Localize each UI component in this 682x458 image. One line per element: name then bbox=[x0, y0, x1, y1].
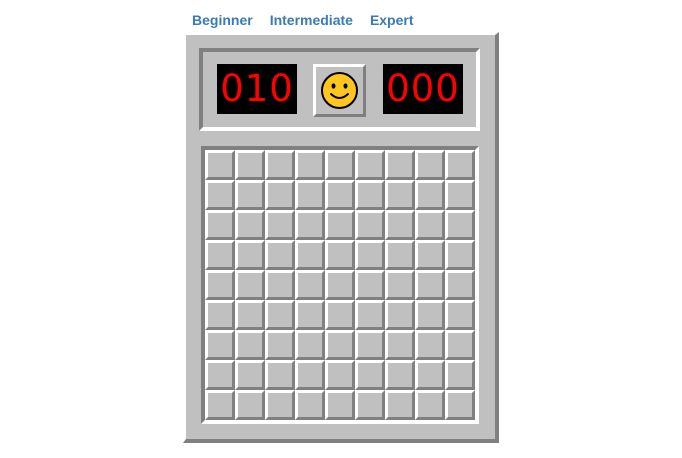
mine-cell[interactable] bbox=[235, 150, 265, 180]
mine-cell[interactable] bbox=[265, 330, 295, 360]
mine-cell[interactable] bbox=[355, 240, 385, 270]
reset-face-button[interactable] bbox=[313, 64, 366, 117]
mine-cell[interactable] bbox=[355, 390, 385, 420]
mine-cell[interactable] bbox=[385, 360, 415, 390]
mine-cell[interactable] bbox=[205, 300, 235, 330]
mine-cell[interactable] bbox=[265, 390, 295, 420]
mine-cell[interactable] bbox=[385, 300, 415, 330]
mine-cell[interactable] bbox=[385, 180, 415, 210]
mine-cell[interactable] bbox=[415, 240, 445, 270]
mine-counter: 010 bbox=[217, 64, 297, 114]
mine-cell[interactable] bbox=[325, 330, 355, 360]
mine-cell[interactable] bbox=[235, 390, 265, 420]
mine-cell[interactable] bbox=[295, 180, 325, 210]
mine-cell[interactable] bbox=[445, 330, 475, 360]
mine-cell[interactable] bbox=[385, 390, 415, 420]
mine-cell[interactable] bbox=[445, 270, 475, 300]
mine-cell[interactable] bbox=[445, 360, 475, 390]
mine-cell[interactable] bbox=[385, 210, 415, 240]
mine-cell[interactable] bbox=[205, 150, 235, 180]
mine-cell[interactable] bbox=[325, 210, 355, 240]
mine-cell[interactable] bbox=[355, 180, 385, 210]
mine-cell[interactable] bbox=[205, 360, 235, 390]
mine-cell[interactable] bbox=[385, 150, 415, 180]
difficulty-menu: Beginner Intermediate Expert bbox=[192, 12, 414, 28]
mine-cell[interactable] bbox=[415, 210, 445, 240]
expert-link[interactable]: Expert bbox=[370, 12, 414, 28]
mine-cell[interactable] bbox=[325, 270, 355, 300]
mine-cell[interactable] bbox=[235, 300, 265, 330]
mine-cell[interactable] bbox=[205, 240, 235, 270]
mine-cell[interactable] bbox=[295, 270, 325, 300]
mine-cell[interactable] bbox=[265, 240, 295, 270]
mine-cell[interactable] bbox=[385, 330, 415, 360]
mine-cell[interactable] bbox=[415, 330, 445, 360]
mine-cell[interactable] bbox=[385, 240, 415, 270]
mine-cell[interactable] bbox=[295, 360, 325, 390]
mine-cell[interactable] bbox=[265, 360, 295, 390]
mine-field bbox=[201, 146, 479, 424]
mine-cell[interactable] bbox=[445, 150, 475, 180]
mine-cell[interactable] bbox=[385, 270, 415, 300]
mine-cell[interactable] bbox=[295, 210, 325, 240]
mine-cell[interactable] bbox=[295, 390, 325, 420]
mine-cell[interactable] bbox=[295, 330, 325, 360]
mine-cell[interactable] bbox=[295, 300, 325, 330]
mine-cell[interactable] bbox=[265, 270, 295, 300]
mine-cell[interactable] bbox=[355, 210, 385, 240]
mine-cell[interactable] bbox=[355, 270, 385, 300]
mine-cell[interactable] bbox=[265, 150, 295, 180]
mine-cell[interactable] bbox=[265, 210, 295, 240]
mine-cell[interactable] bbox=[445, 240, 475, 270]
mine-cell[interactable] bbox=[325, 390, 355, 420]
mine-cell[interactable] bbox=[235, 330, 265, 360]
mine-cell[interactable] bbox=[415, 390, 445, 420]
mine-cell[interactable] bbox=[415, 270, 445, 300]
mine-cell[interactable] bbox=[325, 300, 355, 330]
mine-cell[interactable] bbox=[205, 210, 235, 240]
mine-cell[interactable] bbox=[265, 300, 295, 330]
mine-cell[interactable] bbox=[235, 210, 265, 240]
mine-cell[interactable] bbox=[325, 180, 355, 210]
mine-cell[interactable] bbox=[295, 150, 325, 180]
mine-cell[interactable] bbox=[325, 240, 355, 270]
mine-cell[interactable] bbox=[415, 360, 445, 390]
mine-cell[interactable] bbox=[235, 240, 265, 270]
mine-cell[interactable] bbox=[205, 270, 235, 300]
mine-cell[interactable] bbox=[445, 300, 475, 330]
mine-cell[interactable] bbox=[445, 180, 475, 210]
mine-cell[interactable] bbox=[355, 330, 385, 360]
intermediate-link[interactable]: Intermediate bbox=[270, 12, 353, 28]
mine-cell[interactable] bbox=[415, 180, 445, 210]
mine-cell[interactable] bbox=[415, 300, 445, 330]
mine-cell[interactable] bbox=[235, 180, 265, 210]
timer-counter: 000 bbox=[383, 64, 463, 114]
mine-cell[interactable] bbox=[205, 330, 235, 360]
beginner-link[interactable]: Beginner bbox=[192, 12, 253, 28]
mine-cell[interactable] bbox=[355, 360, 385, 390]
smiley-face-icon bbox=[321, 72, 358, 109]
mine-cell[interactable] bbox=[355, 150, 385, 180]
mine-cell[interactable] bbox=[205, 180, 235, 210]
mine-cell[interactable] bbox=[325, 150, 355, 180]
mine-cell[interactable] bbox=[445, 210, 475, 240]
mine-cell[interactable] bbox=[265, 180, 295, 210]
mine-cell[interactable] bbox=[295, 240, 325, 270]
mine-cell[interactable] bbox=[235, 360, 265, 390]
mine-cell[interactable] bbox=[445, 390, 475, 420]
mine-cell[interactable] bbox=[205, 390, 235, 420]
mine-cell[interactable] bbox=[325, 360, 355, 390]
mine-cell[interactable] bbox=[415, 150, 445, 180]
mine-cell[interactable] bbox=[235, 270, 265, 300]
mine-cell[interactable] bbox=[355, 300, 385, 330]
